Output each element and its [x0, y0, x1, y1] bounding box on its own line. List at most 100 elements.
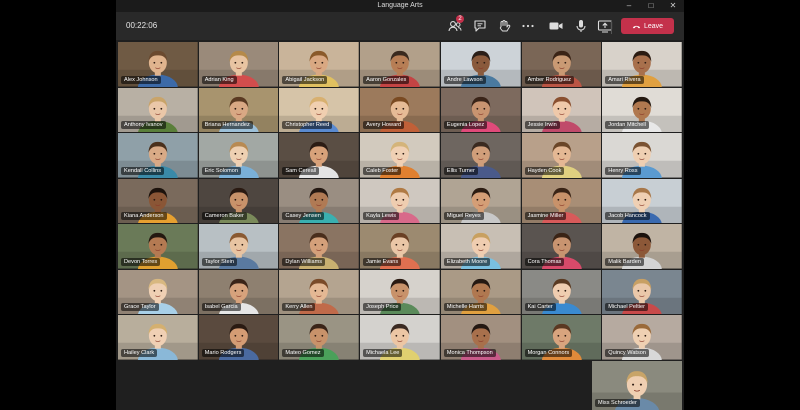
- participant-tile[interactable]: Michael Peltier: [602, 269, 682, 315]
- participant-tile[interactable]: Eric Solomon: [198, 133, 279, 178]
- phone-hangup-icon: [632, 25, 641, 28]
- participant-tile[interactable]: Malik Barden: [602, 224, 682, 269]
- participant-name-label: Eugenia Lopez: [443, 121, 488, 130]
- participant-tile[interactable]: Jordan Mitchell: [602, 87, 682, 133]
- participant-tile[interactable]: Grace Taylor: [118, 269, 198, 315]
- participant-tile[interactable]: Jacob Hancock: [602, 178, 682, 224]
- participant-tile[interactable]: Devon Torres: [118, 224, 198, 269]
- participant-tile[interactable]: Caleb Foster: [360, 133, 440, 178]
- participant-name-label: Kayla Lewis: [363, 212, 399, 221]
- participant-tile[interactable]: Henry Ross: [602, 133, 682, 178]
- participant-name-label: Kiana Anderson: [121, 212, 167, 221]
- participant-tile[interactable]: Anthony Ivanov: [118, 87, 198, 133]
- title-bar: Language Arts – □ ✕: [116, 0, 684, 12]
- participant-tile[interactable]: Miguel Reyes: [440, 178, 521, 224]
- participant-tile[interactable]: Hailey Clark: [118, 315, 198, 360]
- participant-tile[interactable]: Elizabeth Moore: [440, 224, 521, 269]
- leave-button[interactable]: Leave: [621, 18, 674, 34]
- participant-tile[interactable]: Michaela Lee: [360, 315, 440, 360]
- maximize-icon[interactable]: □: [640, 1, 662, 11]
- participant-tile[interactable]: Briana Hernandez: [198, 87, 279, 133]
- participant-name-label: Michaela Lee: [363, 349, 403, 357]
- participant-name-label: Hayden Cook: [524, 166, 565, 175]
- participant-name-label: Amber Rodriguez: [524, 75, 575, 84]
- participant-tile[interactable]: Jasmine Miller: [521, 178, 602, 224]
- participant-tile[interactable]: Christopher Reed: [279, 87, 360, 133]
- participant-tile[interactable]: Avery Howard: [360, 87, 440, 133]
- participant-tile[interactable]: Amari Rivera: [602, 42, 682, 87]
- participant-name-label: Jamie Evans: [363, 257, 402, 266]
- participant-tile[interactable]: Hayden Cook: [521, 133, 602, 178]
- participant-tile[interactable]: Michelle Harris: [440, 269, 521, 315]
- participant-name-label: Caleb Foster: [363, 166, 402, 175]
- participant-tile[interactable]: Morgan Connors: [521, 315, 602, 360]
- more-actions-button[interactable]: [520, 18, 536, 34]
- participant-tile[interactable]: Abigail Jackson: [279, 42, 360, 87]
- minimize-icon[interactable]: –: [618, 1, 640, 11]
- participant-name-label: Casey Jensen: [282, 212, 324, 221]
- toolbar-divider: [611, 20, 612, 34]
- participant-name-label: Hailey Clark: [121, 349, 158, 357]
- participant-tile[interactable]: Alex Johnson: [118, 42, 198, 87]
- participant-name-label: Briana Hernandez: [201, 121, 253, 130]
- participant-tile[interactable]: Kai Carter: [521, 269, 602, 315]
- participant-name-label: Devon Torres: [121, 257, 161, 266]
- camera-icon: [549, 22, 563, 30]
- participant-tile[interactable]: Amber Rodriguez: [521, 42, 602, 87]
- participant-tile[interactable]: Andre Lawson: [440, 42, 521, 87]
- participant-name-label: Adrian King: [201, 75, 237, 84]
- self-view-tile[interactable]: Miss Schroeder: [592, 361, 682, 410]
- participant-name-label: Sam Cereall: [282, 166, 320, 175]
- participant-tile[interactable]: Eugenia Lopez: [440, 87, 521, 133]
- participant-name-label: Jasmine Miller: [524, 212, 567, 221]
- close-icon[interactable]: ✕: [662, 1, 684, 11]
- teams-meeting-window: Language Arts – □ ✕ 00:22:06 2 Leave Ale…: [116, 0, 684, 410]
- participant-name-label: Avery Howard: [363, 121, 405, 130]
- participants-button[interactable]: 2: [447, 15, 464, 34]
- participant-tile[interactable]: Taylor Stein: [198, 224, 279, 269]
- participant-tile[interactable]: Jessie Irwin: [521, 87, 602, 133]
- participant-tile[interactable]: Cameron Baker: [198, 178, 279, 224]
- window-title: Language Arts: [377, 2, 423, 9]
- participant-name-label: Cameron Baker: [201, 212, 247, 221]
- meeting-toolbar: 00:22:06 2 Leave: [116, 12, 684, 40]
- participant-tile[interactable]: Joseph Price: [360, 269, 440, 315]
- participant-tile[interactable]: Isabel Garcia: [198, 269, 279, 315]
- participant-tile[interactable]: Casey Jensen: [279, 178, 360, 224]
- participant-tile[interactable]: Adrian King: [198, 42, 279, 87]
- participant-tile[interactable]: Monica Thompson: [440, 315, 521, 360]
- participant-name-label: Miguel Reyes: [443, 212, 484, 221]
- camera-button[interactable]: [548, 18, 564, 34]
- participant-tile[interactable]: Mateo Gomez: [279, 315, 360, 360]
- participant-name-label: Grace Taylor: [121, 303, 159, 312]
- participant-tile[interactable]: Sam Cereall: [279, 133, 360, 178]
- participant-tile[interactable]: Kiana Anderson: [118, 178, 198, 224]
- participant-name-label: Kai Carter: [524, 303, 556, 312]
- participant-name-label: Abigail Jackson: [282, 75, 328, 84]
- raise-hand-button[interactable]: [496, 18, 512, 34]
- participant-tile[interactable]: Kerry Allen: [279, 269, 360, 315]
- participant-tile[interactable]: Cora Thomas: [521, 224, 602, 269]
- participant-tile[interactable]: Quincy Watson: [602, 315, 682, 360]
- participant-name-label: Mateo Gomez: [282, 349, 324, 357]
- self-view-name-label: Miss Schroeder: [595, 399, 640, 407]
- participant-name-label: Alex Johnson: [121, 75, 161, 84]
- participant-tile[interactable]: Kendall Collins: [118, 133, 198, 178]
- chat-button[interactable]: [472, 18, 488, 34]
- microphone-button[interactable]: [573, 18, 589, 34]
- participant-name-label: Morgan Connors: [524, 349, 573, 357]
- participant-name-label: Monica Thompson: [443, 349, 496, 357]
- participant-name-label: Dylan Williams: [282, 257, 326, 266]
- participant-name-label: Michael Peltier: [605, 303, 648, 312]
- participant-tile[interactable]: Dylan Williams: [279, 224, 360, 269]
- participant-name-label: Anthony Ivanov: [121, 121, 166, 130]
- participant-tile[interactable]: Mario Rodgers: [198, 315, 279, 360]
- participant-tile[interactable]: Kayla Lewis: [360, 178, 440, 224]
- participant-tile[interactable]: Aaron Gonzales: [360, 42, 440, 87]
- participant-name-label: Amari Rivera: [605, 75, 644, 84]
- participant-name-label: Andre Lawson: [443, 75, 486, 84]
- participant-name-label: Elizabeth Moore: [443, 257, 491, 266]
- participant-tile[interactable]: Ellis Turner: [440, 133, 521, 178]
- participant-tile[interactable]: Jamie Evans: [360, 224, 440, 269]
- participant-name-label: Henry Ross: [605, 166, 641, 175]
